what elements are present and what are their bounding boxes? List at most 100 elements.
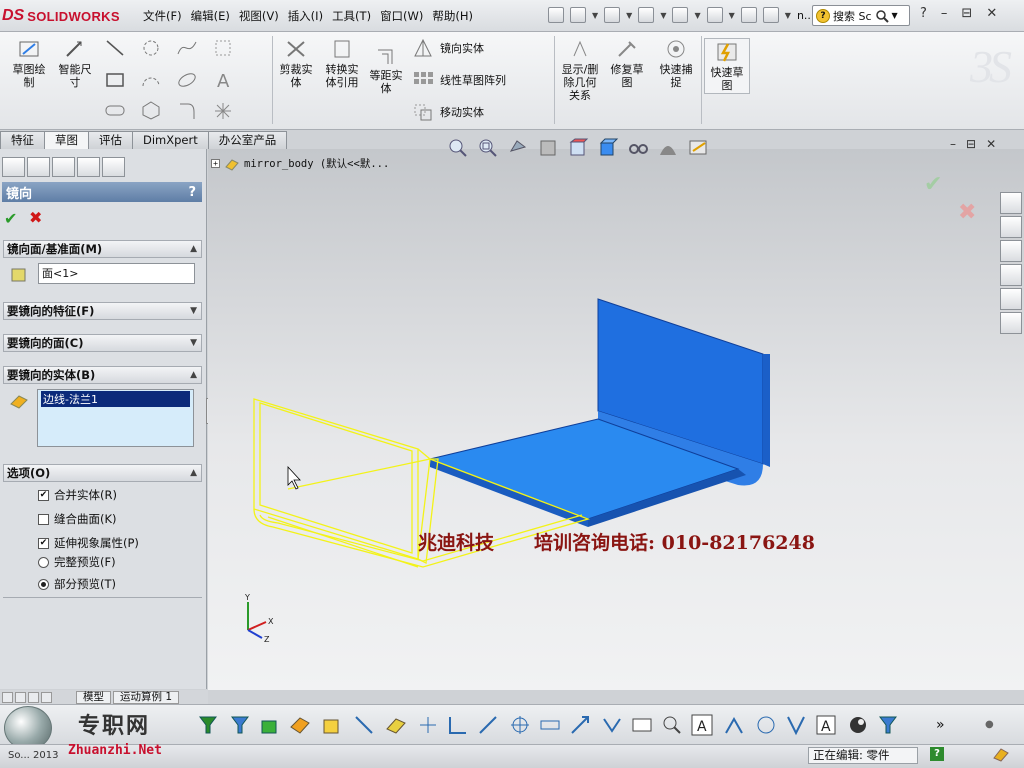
filter-planes-icon[interactable] [384, 713, 408, 737]
filter-datum-features-icon[interactable]: A [690, 713, 714, 737]
section-mirror-plane[interactable]: 镜向面/基准面(M) ▲ [3, 240, 202, 258]
mirror-entities-button[interactable]: 镜向实体 [412, 38, 484, 58]
section-faces-to-mirror[interactable]: 要镜向的面(C) ▼ [3, 334, 202, 352]
open-folder-icon[interactable] [604, 7, 621, 23]
property-manager-icon[interactable] [27, 157, 50, 177]
filter-datum-targets-icon[interactable] [754, 713, 778, 737]
last-tab-icon[interactable] [41, 691, 52, 703]
plane-icon[interactable] [212, 38, 234, 58]
minimize-button[interactable]: – [941, 6, 948, 21]
search-box[interactable]: ? 搜索 Sc ▼ [812, 5, 910, 26]
menu-insert[interactable]: 插入(I) [288, 8, 332, 24]
filter-surface-finish-icon[interactable] [600, 713, 624, 737]
repair-sketch-button[interactable]: 修复草 图 [606, 38, 648, 89]
rebuild-status-icon[interactable] [992, 746, 1010, 762]
new-document-icon[interactable] [570, 7, 586, 23]
more-tools-icon[interactable]: » [936, 717, 945, 733]
options-icon[interactable] [762, 7, 779, 23]
filter-surface-bodies-icon[interactable] [288, 713, 312, 737]
filter-center-marks-icon[interactable] [508, 713, 532, 737]
menu-edit[interactable]: 编辑(E) [191, 8, 239, 24]
option-partial-preview[interactable]: 部分预览(T) [38, 576, 116, 592]
trim-button[interactable]: 剪裁实 体 [276, 38, 316, 89]
filter-weld-symbols-icon[interactable] [722, 713, 746, 737]
tab-features[interactable]: 特征 [0, 131, 45, 149]
fillet-icon[interactable] [176, 100, 198, 120]
print-icon[interactable] [672, 7, 689, 23]
text-icon[interactable]: A [212, 70, 234, 90]
mirror-plane-field[interactable]: 面<1> [38, 263, 195, 284]
restore-button[interactable]: ⊟ [961, 6, 972, 21]
spline-icon[interactable] [176, 38, 198, 58]
pin-icon[interactable] [548, 7, 564, 23]
arc-icon[interactable] [140, 70, 162, 90]
tab-motion-study[interactable]: 运动算例 1 [113, 690, 180, 704]
next-tab-icon[interactable] [28, 691, 39, 703]
feature-manager-icon[interactable] [2, 157, 25, 177]
rebuild-icon[interactable] [740, 7, 757, 23]
filter-notes-icon[interactable] [660, 713, 684, 737]
display-manager-icon[interactable] [102, 157, 125, 177]
menu-view[interactable]: 视图(V) [239, 8, 288, 24]
filter-blocks-icon[interactable]: A [814, 713, 838, 737]
polygon-icon[interactable] [140, 100, 162, 120]
search-dropdown-icon[interactable]: ▼ [892, 11, 898, 20]
save-icon[interactable] [638, 7, 655, 23]
move-entities-button[interactable]: 移动实体 [412, 102, 484, 122]
bodies-list[interactable]: 边线-法兰1 [37, 389, 194, 447]
quick-tips-icon[interactable]: ? [930, 747, 944, 761]
filter-spot-welds-icon[interactable] [846, 713, 870, 737]
help-button[interactable]: ? [920, 6, 927, 21]
filter-solid-bodies-icon[interactable] [320, 713, 344, 737]
tab-office-products[interactable]: 办公室产品 [207, 131, 288, 149]
circle-icon[interactable] [140, 38, 162, 58]
menu-file[interactable]: 文件(F) [143, 8, 191, 24]
slot-icon[interactable] [104, 100, 126, 120]
linear-pattern-button[interactable]: 线性草图阵列 [412, 70, 506, 90]
filter-faces-icon[interactable] [258, 713, 282, 737]
close-button[interactable]: ✕ [986, 6, 997, 21]
help-icon[interactable]: ? [188, 185, 196, 200]
radio-checked[interactable] [38, 578, 49, 590]
section-bodies-to-mirror[interactable]: 要镜向的实体(B) ▲ [3, 366, 202, 384]
filter-cosmetic-threads-icon[interactable] [784, 713, 808, 737]
checkbox-unchecked[interactable] [38, 513, 49, 525]
option-propagate-visual[interactable]: ✔ 延伸视象属性(P) [38, 535, 139, 551]
section-features-to-mirror[interactable]: 要镜向的特征(F) ▼ [3, 302, 202, 320]
filter-gtol-icon[interactable] [630, 713, 654, 737]
ellipse-icon[interactable] [176, 70, 198, 90]
filter-midpoints-icon[interactable] [476, 713, 500, 737]
checkbox-checked[interactable]: ✔ [38, 489, 49, 501]
solidworks-logo[interactable]: DS SOLIDWORKS [2, 3, 120, 29]
option-merge-bodies[interactable]: ✔ 合并实体(R) [38, 487, 117, 503]
bodies-list-item[interactable]: 边线-法兰1 [41, 391, 190, 407]
display-relations-button[interactable]: 显示/删 除几何 关系 [558, 38, 602, 102]
filter-centerline-icon[interactable] [538, 713, 562, 737]
line-icon[interactable] [104, 38, 126, 58]
filter-edges-icon[interactable] [228, 713, 252, 737]
offset-entities-button[interactable]: 等距实 体 [366, 44, 406, 95]
filter-axes-icon[interactable] [352, 713, 376, 737]
ok-button[interactable]: ✔ [4, 209, 17, 228]
filter-connection-points-icon[interactable] [876, 713, 900, 737]
menu-help[interactable]: 帮助(H) [432, 8, 482, 24]
filter-sketch-segments-icon[interactable] [446, 713, 470, 737]
smart-dimension-button[interactable]: 智能尺 寸 [54, 38, 96, 89]
filter-vertices-icon[interactable] [196, 713, 220, 737]
quick-snaps-button[interactable]: 快速捕 捉 [654, 38, 698, 89]
point-icon[interactable] [212, 100, 234, 120]
configuration-manager-icon[interactable] [52, 157, 75, 177]
sketch-button[interactable]: 草图绘 制 [8, 38, 50, 89]
dimxpert-manager-icon[interactable] [77, 157, 100, 177]
option-full-preview[interactable]: 完整预览(F) [38, 554, 116, 570]
search-icon[interactable] [875, 9, 889, 23]
model-view[interactable] [208, 149, 1024, 690]
checkbox-checked[interactable]: ✔ [38, 537, 49, 549]
menu-window[interactable]: 窗口(W) [380, 8, 432, 24]
rapid-sketch-button[interactable]: 快速草 图 [704, 38, 750, 94]
convert-entities-button[interactable]: 转换实 体引用 [320, 38, 364, 89]
undo-icon[interactable] [706, 7, 723, 23]
menu-tools[interactable]: 工具(T) [332, 8, 380, 24]
filter-dimensions-icon[interactable] [568, 713, 592, 737]
filter-sketch-points-icon[interactable] [416, 713, 440, 737]
